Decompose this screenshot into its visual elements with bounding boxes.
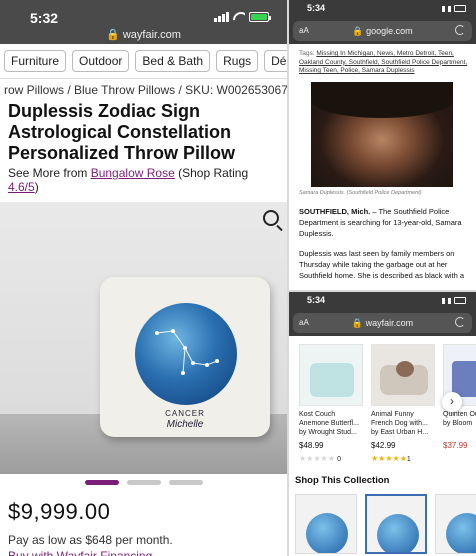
collection-thumbnails [289,486,476,554]
url-text: 🔒 wayfair.com [351,318,414,328]
article-tags: Tags: Missing In Michigan, News, Metro D… [289,44,476,76]
address-bar[interactable]: aA 🔒 wayfair.com [289,310,476,336]
carousel-next-icon[interactable]: › [442,392,462,412]
news-article-screen: 5:34 aA 🔒 google.com Tags: Missing In Mi… [289,0,476,290]
reload-icon[interactable] [455,317,465,327]
constellation-circle [135,303,237,405]
product-price: $9,999.00 [8,499,111,524]
product-thumbnail [371,344,435,406]
category-furniture[interactable]: Furniture [4,50,67,72]
url-box[interactable]: aA 🔒 wayfair.com [293,313,472,333]
dateline: SOUTHFIELD, Mich. [299,206,371,216]
pager-dot-active[interactable] [84,480,119,485]
product-price: $37.99 [443,441,468,450]
url-value: wayfair.com [365,318,414,328]
shop-rating-close: ) [34,180,39,194]
pillow-image: CANCER Michelle [100,277,270,437]
category-nav: Furniture Outdoor Bed & Bath Rugs Décor … [0,44,287,79]
wifi-icon [233,12,245,22]
article-paragraph: SOUTHFIELD, Mich. – The Southfield Polic… [299,206,466,239]
address-bar[interactable]: 🔒 wayfair.com [0,28,287,41]
financing-text: Pay as low as $648 per month. [8,533,173,547]
product-card[interactable]: Animal Funny French Dog with... by East … [371,344,435,463]
status-time: 5:32 [30,10,59,26]
shop-rating-label: (Shop Rating [174,166,249,180]
article-paragraph: Duplessis was last seen by family member… [299,248,465,280]
wayfair-product-screen: 5:32 🔒 wayfair.com Furniture Outdoor Bed… [0,0,287,556]
status-time: 5:34 [307,295,326,305]
product-price: $48.99 [299,441,324,450]
see-more-line: See More from Bungalow Rose (Shop Rating… [0,164,287,196]
status-icons [442,5,466,12]
breadcrumb[interactable]: row Pillows / Blue Throw Pillows / SKU: … [0,79,287,97]
status-bar: 5:34 [289,292,476,310]
url-text: wayfair.com [122,29,181,41]
product-name: Quinten Outdoor... by Bloom [443,411,476,427]
rating-count: 1 [406,456,411,463]
financing-link[interactable]: Buy with Wayfair Financing [0,547,287,556]
collection-item[interactable] [435,494,476,554]
product-thumbnail [299,344,363,406]
url-value: google.com [366,26,413,36]
collection-item-selected[interactable] [365,494,427,554]
pager-dot[interactable] [126,480,161,485]
product-image[interactable]: CANCER Michelle [0,202,287,474]
shop-collection-title: Shop This Collection [295,475,390,486]
category-outdoor[interactable]: Outdoor [72,50,130,72]
status-bar: 5:32 🔒 wayfair.com [0,0,287,44]
product-title: Duplessis Zodiac Sign Astrological Const… [8,101,236,163]
product-name: Kost Couch Anemone Butterfl... by Wrough… [299,411,359,436]
status-icons [214,12,271,22]
product-name: Animal Funny French Dog with... by East … [371,411,429,436]
article-body: SOUTHFIELD, Mich. – The Southfield Polic… [289,196,476,281]
status-bar: 5:34 [289,0,476,18]
pillow-name-text: Michelle [166,419,204,430]
battery-icon [249,12,271,22]
tags-links[interactable]: Missing In Michigan, News, Metro Detroit… [299,50,467,74]
pager-dot[interactable] [168,480,203,485]
article-photo [311,81,453,187]
url-box[interactable]: aA 🔒 google.com [293,21,472,41]
pillow-sign-text: CANCER [165,409,205,418]
url-text: 🔒 google.com [352,26,413,36]
status-icons [442,297,466,304]
status-time: 5:34 [307,3,326,13]
category-decor[interactable]: Décor a [264,50,287,72]
signal-icon [214,12,229,22]
constellation-icon [155,329,219,375]
product-card[interactable]: Kost Couch Anemone Butterfl... by Wrough… [299,344,363,463]
photo-caption: Samara Duplessis. (Southfield Police Dep… [299,189,422,196]
rating-count: 0 [337,456,341,463]
category-bed-bath[interactable]: Bed & Bath [135,50,211,72]
category-rugs[interactable]: Rugs [216,50,259,72]
brand-link[interactable]: Bungalow Rose [91,166,175,180]
reload-icon[interactable] [455,25,465,35]
zoom-icon[interactable] [263,210,279,226]
shop-rating-link[interactable]: 4.6/5 [8,180,35,194]
product-price: $42.99 [371,441,396,450]
rating-stars: ★★★★★1 [371,454,411,463]
rating-stars: ★★★★★ 0 [299,454,341,463]
address-bar[interactable]: aA 🔒 google.com [289,18,476,44]
see-more-label: See More from [8,166,91,180]
collection-item[interactable] [295,494,357,554]
wayfair-related-screen: 5:34 aA 🔒 wayfair.com Kost Couch Anemone… [289,292,476,556]
tags-label: Tags: [299,50,317,57]
